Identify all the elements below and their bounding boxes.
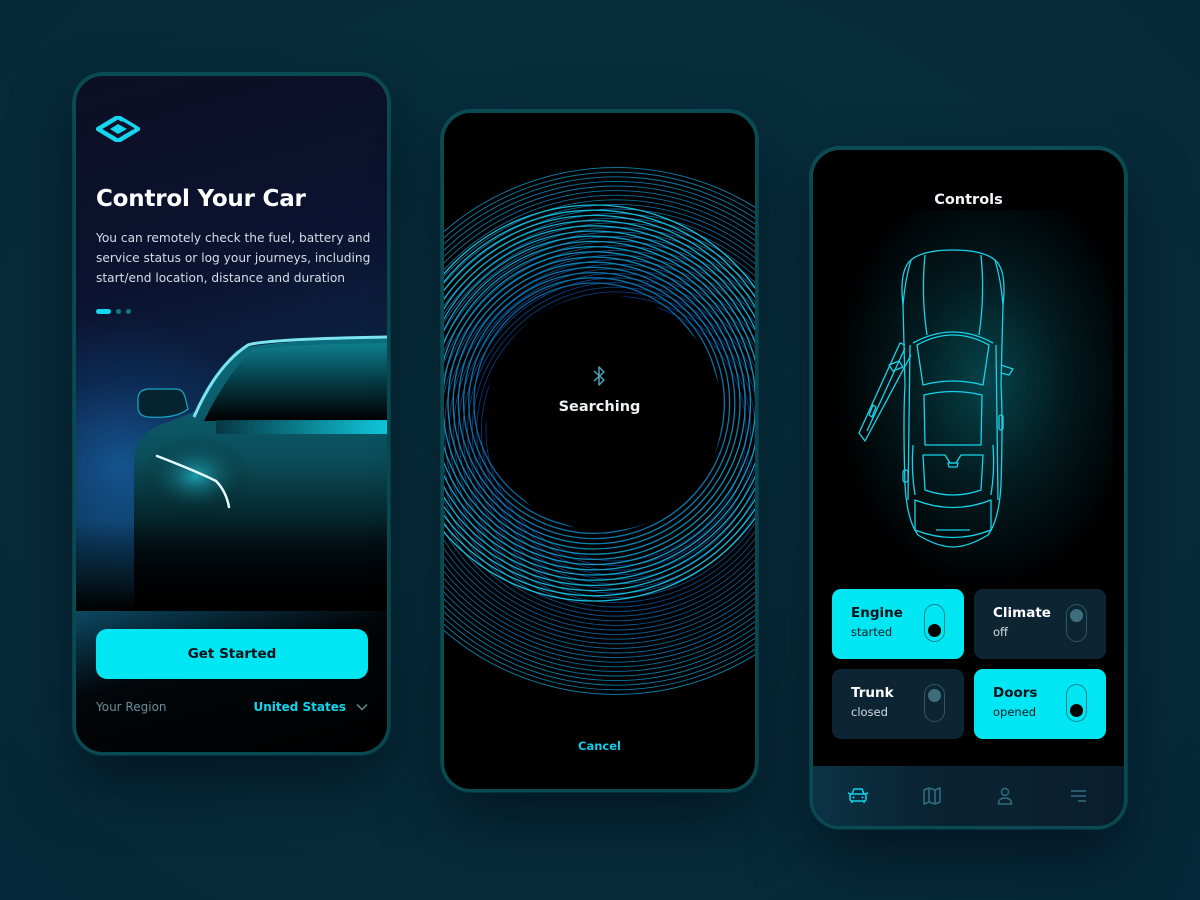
page-dot[interactable] <box>126 309 131 314</box>
tile-state: closed <box>851 705 888 719</box>
controls-title: Controls <box>934 192 1003 208</box>
tile-state: started <box>851 625 893 639</box>
toggle-switch[interactable] <box>1066 604 1087 642</box>
controls-screen: Controls Engine started Climate off Trun… <box>810 147 1127 829</box>
region-row: Your Region United States <box>96 700 368 714</box>
searching-status: Searching <box>558 399 641 415</box>
tile-name: Trunk <box>851 685 894 701</box>
toggle-switch[interactable] <box>1066 684 1087 722</box>
region-value: United States <box>253 700 346 714</box>
tile-name: Climate <box>993 605 1051 621</box>
control-tile-climate[interactable]: Climate off <box>974 589 1106 659</box>
cancel-button[interactable]: Cancel <box>444 739 755 753</box>
page-dot[interactable] <box>116 309 121 314</box>
region-label: Your Region <box>96 700 167 714</box>
toggle-knob <box>928 624 941 637</box>
bottom-tab-bar <box>813 766 1124 826</box>
map-icon <box>922 787 941 805</box>
pagination-dots <box>96 309 131 314</box>
bluetooth-icon <box>593 366 605 386</box>
diamond-logo-icon <box>96 116 140 142</box>
toggle-knob <box>1070 609 1083 622</box>
tile-state: off <box>993 625 1008 639</box>
searching-screen: Searching Cancel <box>441 110 758 792</box>
page-dot-active[interactable] <box>96 309 111 314</box>
car-icon <box>847 788 869 803</box>
get-started-button[interactable]: Get Started <box>96 629 368 679</box>
car-top-view-illustration <box>858 249 1014 548</box>
region-dropdown[interactable]: United States <box>253 700 368 714</box>
control-tile-engine[interactable]: Engine started <box>832 589 964 659</box>
tab-map[interactable] <box>912 781 952 811</box>
tab-car[interactable] <box>838 781 878 811</box>
toggle-switch[interactable] <box>924 604 945 642</box>
tab-profile[interactable] <box>985 781 1025 811</box>
control-tile-trunk[interactable]: Trunk closed <box>832 669 964 739</box>
user-icon <box>998 787 1013 805</box>
onboarding-description: You can remotely check the fuel, battery… <box>96 231 371 285</box>
menu-icon <box>1071 790 1087 802</box>
chevron-down-icon <box>356 704 368 711</box>
tile-name: Engine <box>851 605 903 621</box>
car-front-illustration <box>76 335 387 611</box>
toggle-knob <box>1070 704 1083 717</box>
toggle-switch[interactable] <box>924 684 945 722</box>
control-tile-doors[interactable]: Doors opened <box>974 669 1106 739</box>
onboarding-title: Control Your Car <box>96 186 306 212</box>
tab-menu[interactable] <box>1059 781 1099 811</box>
tile-name: Doors <box>993 685 1038 701</box>
search-rings-animation <box>444 167 755 695</box>
onboarding-screen: Control Your Car You can remotely check … <box>73 73 390 755</box>
toggle-knob <box>928 689 941 702</box>
tile-state: opened <box>993 705 1037 719</box>
control-tiles-grid: Engine started Climate off Trunk closed Doors o… <box>832 589 1106 739</box>
